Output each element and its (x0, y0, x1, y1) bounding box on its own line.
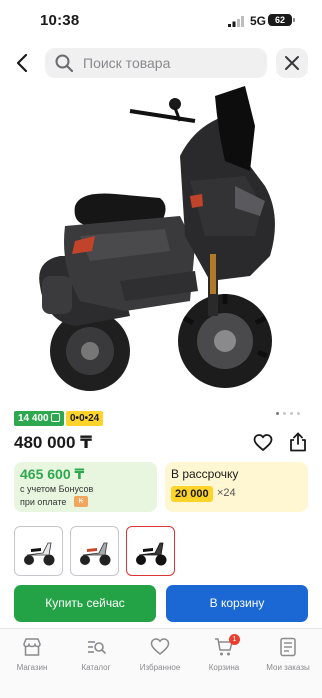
back-arrow-icon[interactable] (12, 52, 34, 74)
scooter-grey-icon (80, 542, 111, 566)
close-button[interactable] (276, 48, 308, 78)
search-placeholder: Поиск товара (83, 55, 171, 71)
pagination-dot (276, 412, 279, 415)
installment-offer-card[interactable]: В рассрочку 20 000 ×24 (165, 462, 308, 512)
share-icon[interactable] (288, 432, 308, 452)
store-icon (23, 638, 41, 656)
status-bar: 10:38 5G 62 (0, 0, 322, 40)
buy-now-button[interactable]: Купить сейчас (14, 585, 156, 622)
bonus-badge: 14 400 (14, 411, 64, 426)
close-icon (285, 56, 299, 70)
bonus-icon (50, 413, 60, 422)
product-image[interactable] (20, 86, 302, 404)
tab-store[interactable]: Магазин (0, 637, 64, 677)
variant-thumbnail-1[interactable] (14, 526, 63, 576)
tab-cart[interactable]: 1 Корзина (192, 634, 256, 677)
orders-icon (280, 637, 296, 657)
status-time: 10:38 (40, 12, 80, 29)
network-label: 5G (250, 14, 267, 28)
bonus-badge-value: 14 400 (18, 413, 49, 424)
variant-thumbnails (14, 526, 184, 576)
installment-badge: 0•0•24 (66, 411, 104, 426)
search-input[interactable]: Поиск товара (45, 48, 267, 78)
image-pagination (276, 412, 304, 416)
catalog-icon (88, 641, 106, 654)
scooter-black-icon (136, 542, 167, 566)
signal-icon (228, 16, 244, 27)
variant-thumbnail-2[interactable] (70, 526, 119, 576)
search-row: Поиск товара (0, 44, 322, 82)
bonus-price: 465 600 ₸ (20, 466, 85, 482)
tab-catalog[interactable]: Каталог (64, 637, 128, 677)
add-to-cart-button[interactable]: В корзину (166, 585, 308, 622)
bonus-payment-note: при оплате (20, 497, 67, 507)
installment-title: В рассрочку (171, 467, 239, 481)
pagination-dot (283, 412, 286, 415)
tab-label: Корзина (208, 663, 240, 672)
bonus-note: с учетом Бонусов (20, 484, 94, 494)
favorite-heart-icon[interactable] (253, 433, 273, 453)
tab-label: Магазин (16, 663, 48, 672)
cart-count-badge: 1 (229, 634, 240, 645)
installment-monthly: 20 000 (171, 486, 213, 502)
variant-thumbnail-3[interactable] (126, 526, 175, 576)
product-price: 480 000 ₸ (14, 433, 93, 452)
bonus-offer-card[interactable]: 465 600 ₸ с учетом Бонусов при оплате ₭ (14, 462, 157, 512)
search-icon (55, 54, 73, 72)
kaspi-icon: ₭ (74, 496, 88, 507)
tab-label: Мои заказы (266, 663, 310, 672)
tab-favorites[interactable]: Избранное (128, 637, 192, 677)
tab-label: Каталог (81, 663, 111, 672)
pagination-dot (290, 412, 293, 415)
tab-label: Избранное (139, 663, 181, 672)
scooter-white-icon (24, 542, 55, 566)
pagination-dot (297, 412, 300, 415)
battery-icon: 62 (268, 14, 295, 26)
heart-icon (150, 638, 170, 655)
installment-months: ×24 (217, 487, 236, 499)
tab-orders[interactable]: Мои заказы (256, 637, 320, 677)
bottom-tab-bar: Магазин Каталог Избранное 1 Корзина Мои … (0, 628, 322, 698)
